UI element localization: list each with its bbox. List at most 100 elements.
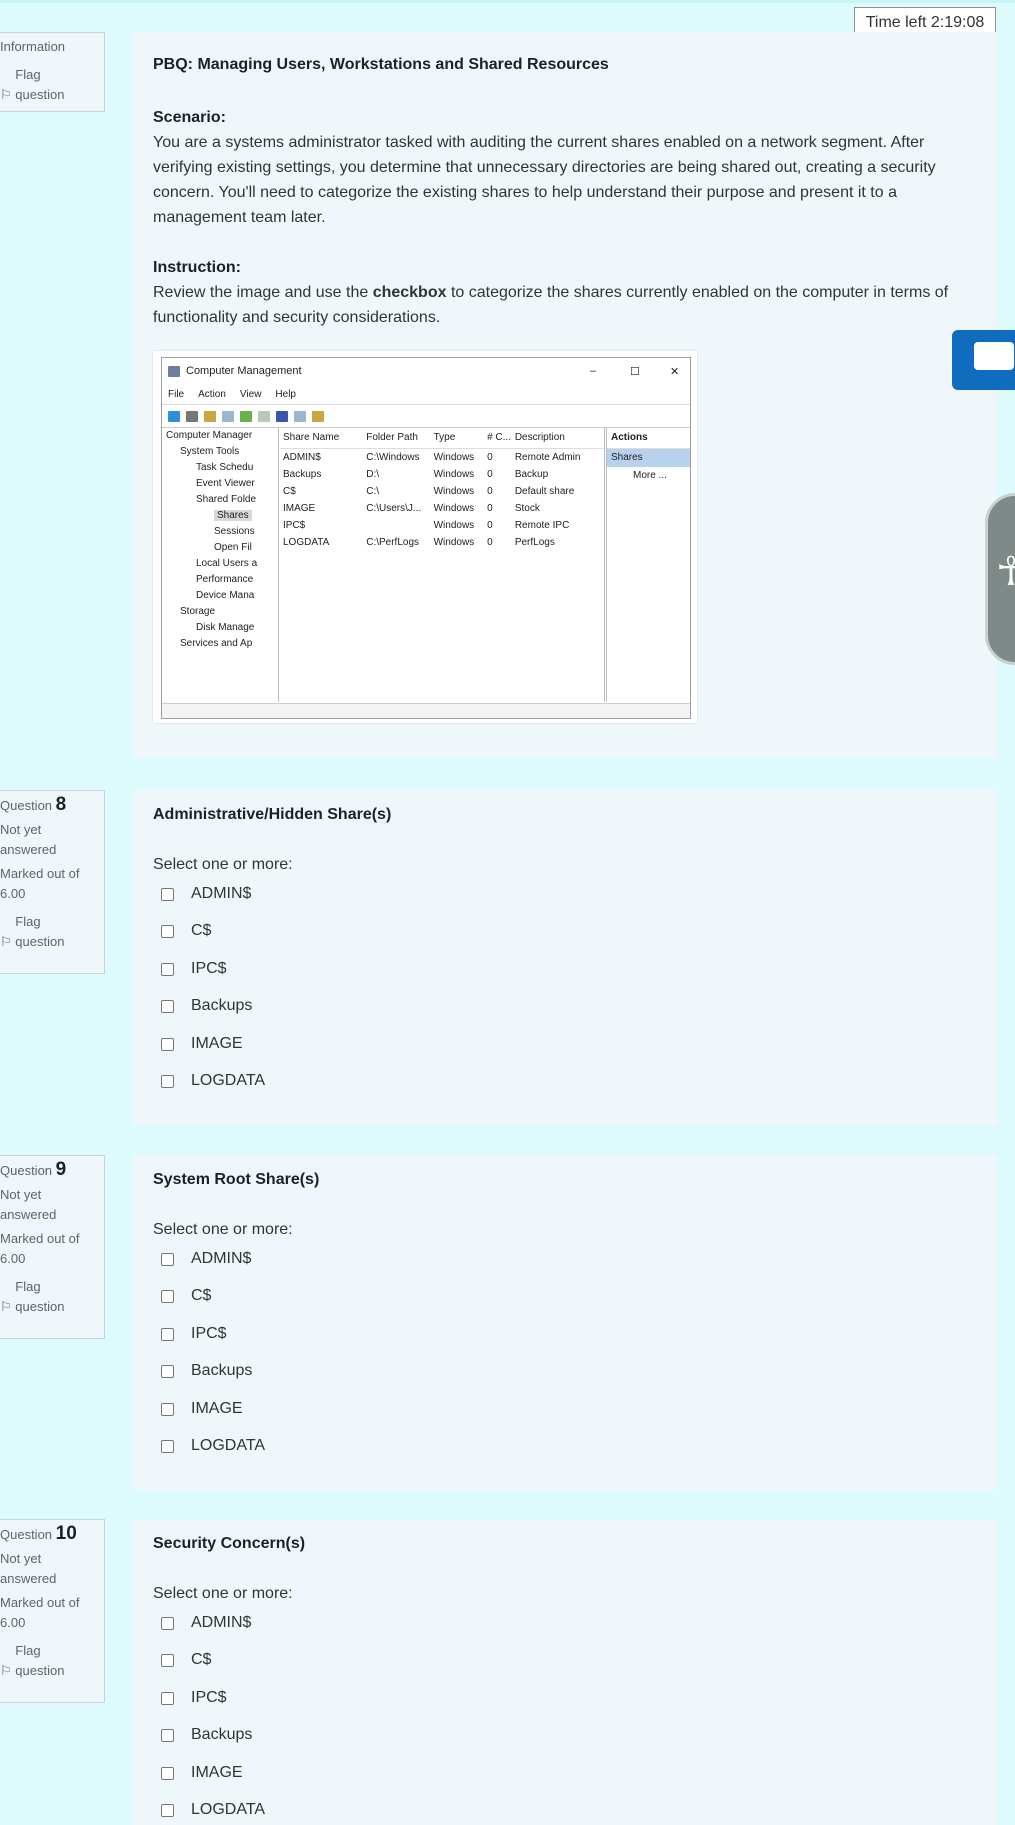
checkbox[interactable]	[161, 1803, 174, 1817]
question-marks: Marked out of 6.00	[0, 1595, 80, 1630]
share-icon	[312, 410, 324, 422]
option-backups[interactable]: Backups	[161, 1362, 252, 1380]
page-title: PBQ: Managing Users, Workstations and Sh…	[153, 56, 609, 73]
window-menu: File Action View Help	[162, 384, 690, 405]
option-ipc[interactable]: IPC$	[161, 1325, 227, 1343]
computer-management-screenshot: Computer Management – ☐ ✕ File Action View…	[153, 351, 697, 723]
option-ipc[interactable]: IPC$	[161, 960, 227, 978]
option-c[interactable]: C$	[161, 922, 211, 940]
top-border	[0, 0, 1015, 3]
option-admin[interactable]: ADMIN$	[161, 1614, 251, 1632]
computer-icon	[168, 365, 180, 377]
flag-icon: ⚐	[0, 1663, 12, 1678]
question-marks: Marked out of 6.00	[0, 866, 80, 901]
flag-question[interactable]: ⚐ Flag question	[0, 65, 104, 105]
option-image[interactable]: IMAGE	[161, 1400, 243, 1418]
grid-icon	[294, 410, 306, 422]
view-icon	[222, 410, 234, 422]
question-marks: Marked out of 6.00	[0, 1231, 80, 1266]
checkbox[interactable]	[161, 1252, 174, 1266]
checkbox[interactable]	[161, 1364, 174, 1378]
question-card-9: System Root Share(s) Select one or more:…	[133, 1155, 997, 1490]
checkbox[interactable]	[161, 1766, 174, 1780]
question-info-9: Question 9 Not yet answered Marked out o…	[0, 1155, 105, 1339]
checkbox[interactable]	[161, 1037, 174, 1051]
window-toolbar	[162, 405, 690, 428]
checkbox[interactable]	[161, 999, 174, 1013]
checkbox[interactable]	[161, 924, 174, 938]
select-prompt: Select one or more:	[153, 1585, 293, 1602]
instruction-label: Instruction:	[153, 259, 241, 276]
accessibility-icon: ☥	[996, 550, 1015, 594]
option-admin[interactable]: ADMIN$	[161, 1250, 251, 1268]
checkbox[interactable]	[161, 962, 174, 976]
checkbox[interactable]	[161, 1074, 174, 1088]
checkbox[interactable]	[161, 1653, 174, 1667]
question-title: System Root Share(s)	[153, 1171, 320, 1188]
folder-up-icon	[204, 410, 216, 422]
option-backups[interactable]: Backups	[161, 1726, 252, 1744]
question-info-10: Question 10 Not yet answered Marked out …	[0, 1519, 105, 1703]
option-backups[interactable]: Backups	[161, 997, 252, 1015]
chat-button[interactable]	[952, 330, 1015, 390]
question-title: Administrative/Hidden Share(s)	[153, 806, 392, 823]
window: Computer Management – ☐ ✕ File Action View…	[161, 357, 691, 719]
option-admin[interactable]: ADMIN$	[161, 885, 251, 903]
option-image[interactable]: IMAGE	[161, 1035, 243, 1053]
info-label: Information	[0, 39, 66, 54]
question-card-10: Security Concern(s) Select one or more: …	[133, 1519, 997, 1825]
question-number: Question 8	[0, 794, 67, 815]
actions-pane: Actions Shares More ...	[606, 428, 690, 702]
scenario-text: You are a systems administrator tasked w…	[153, 134, 936, 226]
option-c[interactable]: C$	[161, 1287, 211, 1305]
forward-icon	[186, 410, 198, 422]
checkbox[interactable]	[161, 1691, 174, 1705]
chat-icon	[974, 342, 1014, 370]
share-row: ADMIN$ C:\Windows Windows 0 Remote Admin	[283, 452, 581, 463]
accessibility-button[interactable]: ☥	[985, 493, 1015, 665]
option-logdata[interactable]: LOGDATA	[161, 1437, 265, 1455]
share-row: IMAGE C:\Users\J... Windows 0 Stock	[283, 503, 540, 514]
checkbox[interactable]	[161, 1289, 174, 1303]
question-number: Question 10	[0, 1523, 77, 1544]
option-logdata[interactable]: LOGDATA	[161, 1072, 265, 1090]
checkbox[interactable]	[161, 1728, 174, 1742]
shares-list: Share Name Folder Path Type # C... Descripti…	[280, 428, 605, 702]
checkbox[interactable]	[161, 1616, 174, 1630]
question-status: Not yet answered	[0, 1187, 57, 1222]
minimize-icon: –	[590, 365, 597, 377]
help-icon	[276, 410, 288, 422]
checkbox-keyword: checkbox	[372, 284, 447, 301]
scenario-label: Scenario:	[153, 109, 226, 126]
checkbox[interactable]	[161, 887, 174, 901]
share-row: IPC$ Windows 0 Remote IPC	[283, 520, 570, 531]
refresh-icon	[240, 410, 252, 422]
option-image[interactable]: IMAGE	[161, 1764, 243, 1782]
checkbox[interactable]	[161, 1439, 174, 1453]
question-info-8: Question 8 Not yet answered Marked out o…	[0, 790, 105, 974]
question-status: Not yet answered	[0, 822, 57, 857]
checkbox[interactable]	[161, 1402, 174, 1416]
question-number: Question 9	[0, 1159, 67, 1180]
share-row: C$ C:\ Windows 0 Default share	[283, 486, 575, 497]
flag-question[interactable]: ⚐ Flag question	[0, 912, 104, 952]
close-icon: ✕	[670, 365, 680, 378]
select-prompt: Select one or more:	[153, 1221, 293, 1238]
option-ipc[interactable]: IPC$	[161, 1689, 227, 1707]
flag-question[interactable]: ⚐ Flag question	[0, 1277, 104, 1317]
instruction-text: Review the image and use the checkbox to…	[153, 284, 949, 326]
share-row: Backups D:\ Windows 0 Backup	[283, 469, 549, 480]
tree-pane: Computer Manager System Tools Task Sched…	[162, 428, 279, 702]
option-c[interactable]: C$	[161, 1651, 211, 1669]
flag-question[interactable]: ⚐ Flag question	[0, 1641, 104, 1681]
info-block: Information ⚐ Flag question	[0, 32, 105, 112]
checkbox[interactable]	[161, 1327, 174, 1341]
question-title: Security Concern(s)	[153, 1535, 306, 1552]
back-icon	[168, 410, 180, 422]
window-titlebar: Computer Management – ☐ ✕	[162, 358, 690, 384]
export-icon	[258, 410, 270, 422]
option-logdata[interactable]: LOGDATA	[161, 1801, 265, 1819]
maximize-icon: ☐	[630, 365, 640, 378]
flag-label: Flag question	[15, 67, 65, 102]
question-status: Not yet answered	[0, 1551, 57, 1586]
